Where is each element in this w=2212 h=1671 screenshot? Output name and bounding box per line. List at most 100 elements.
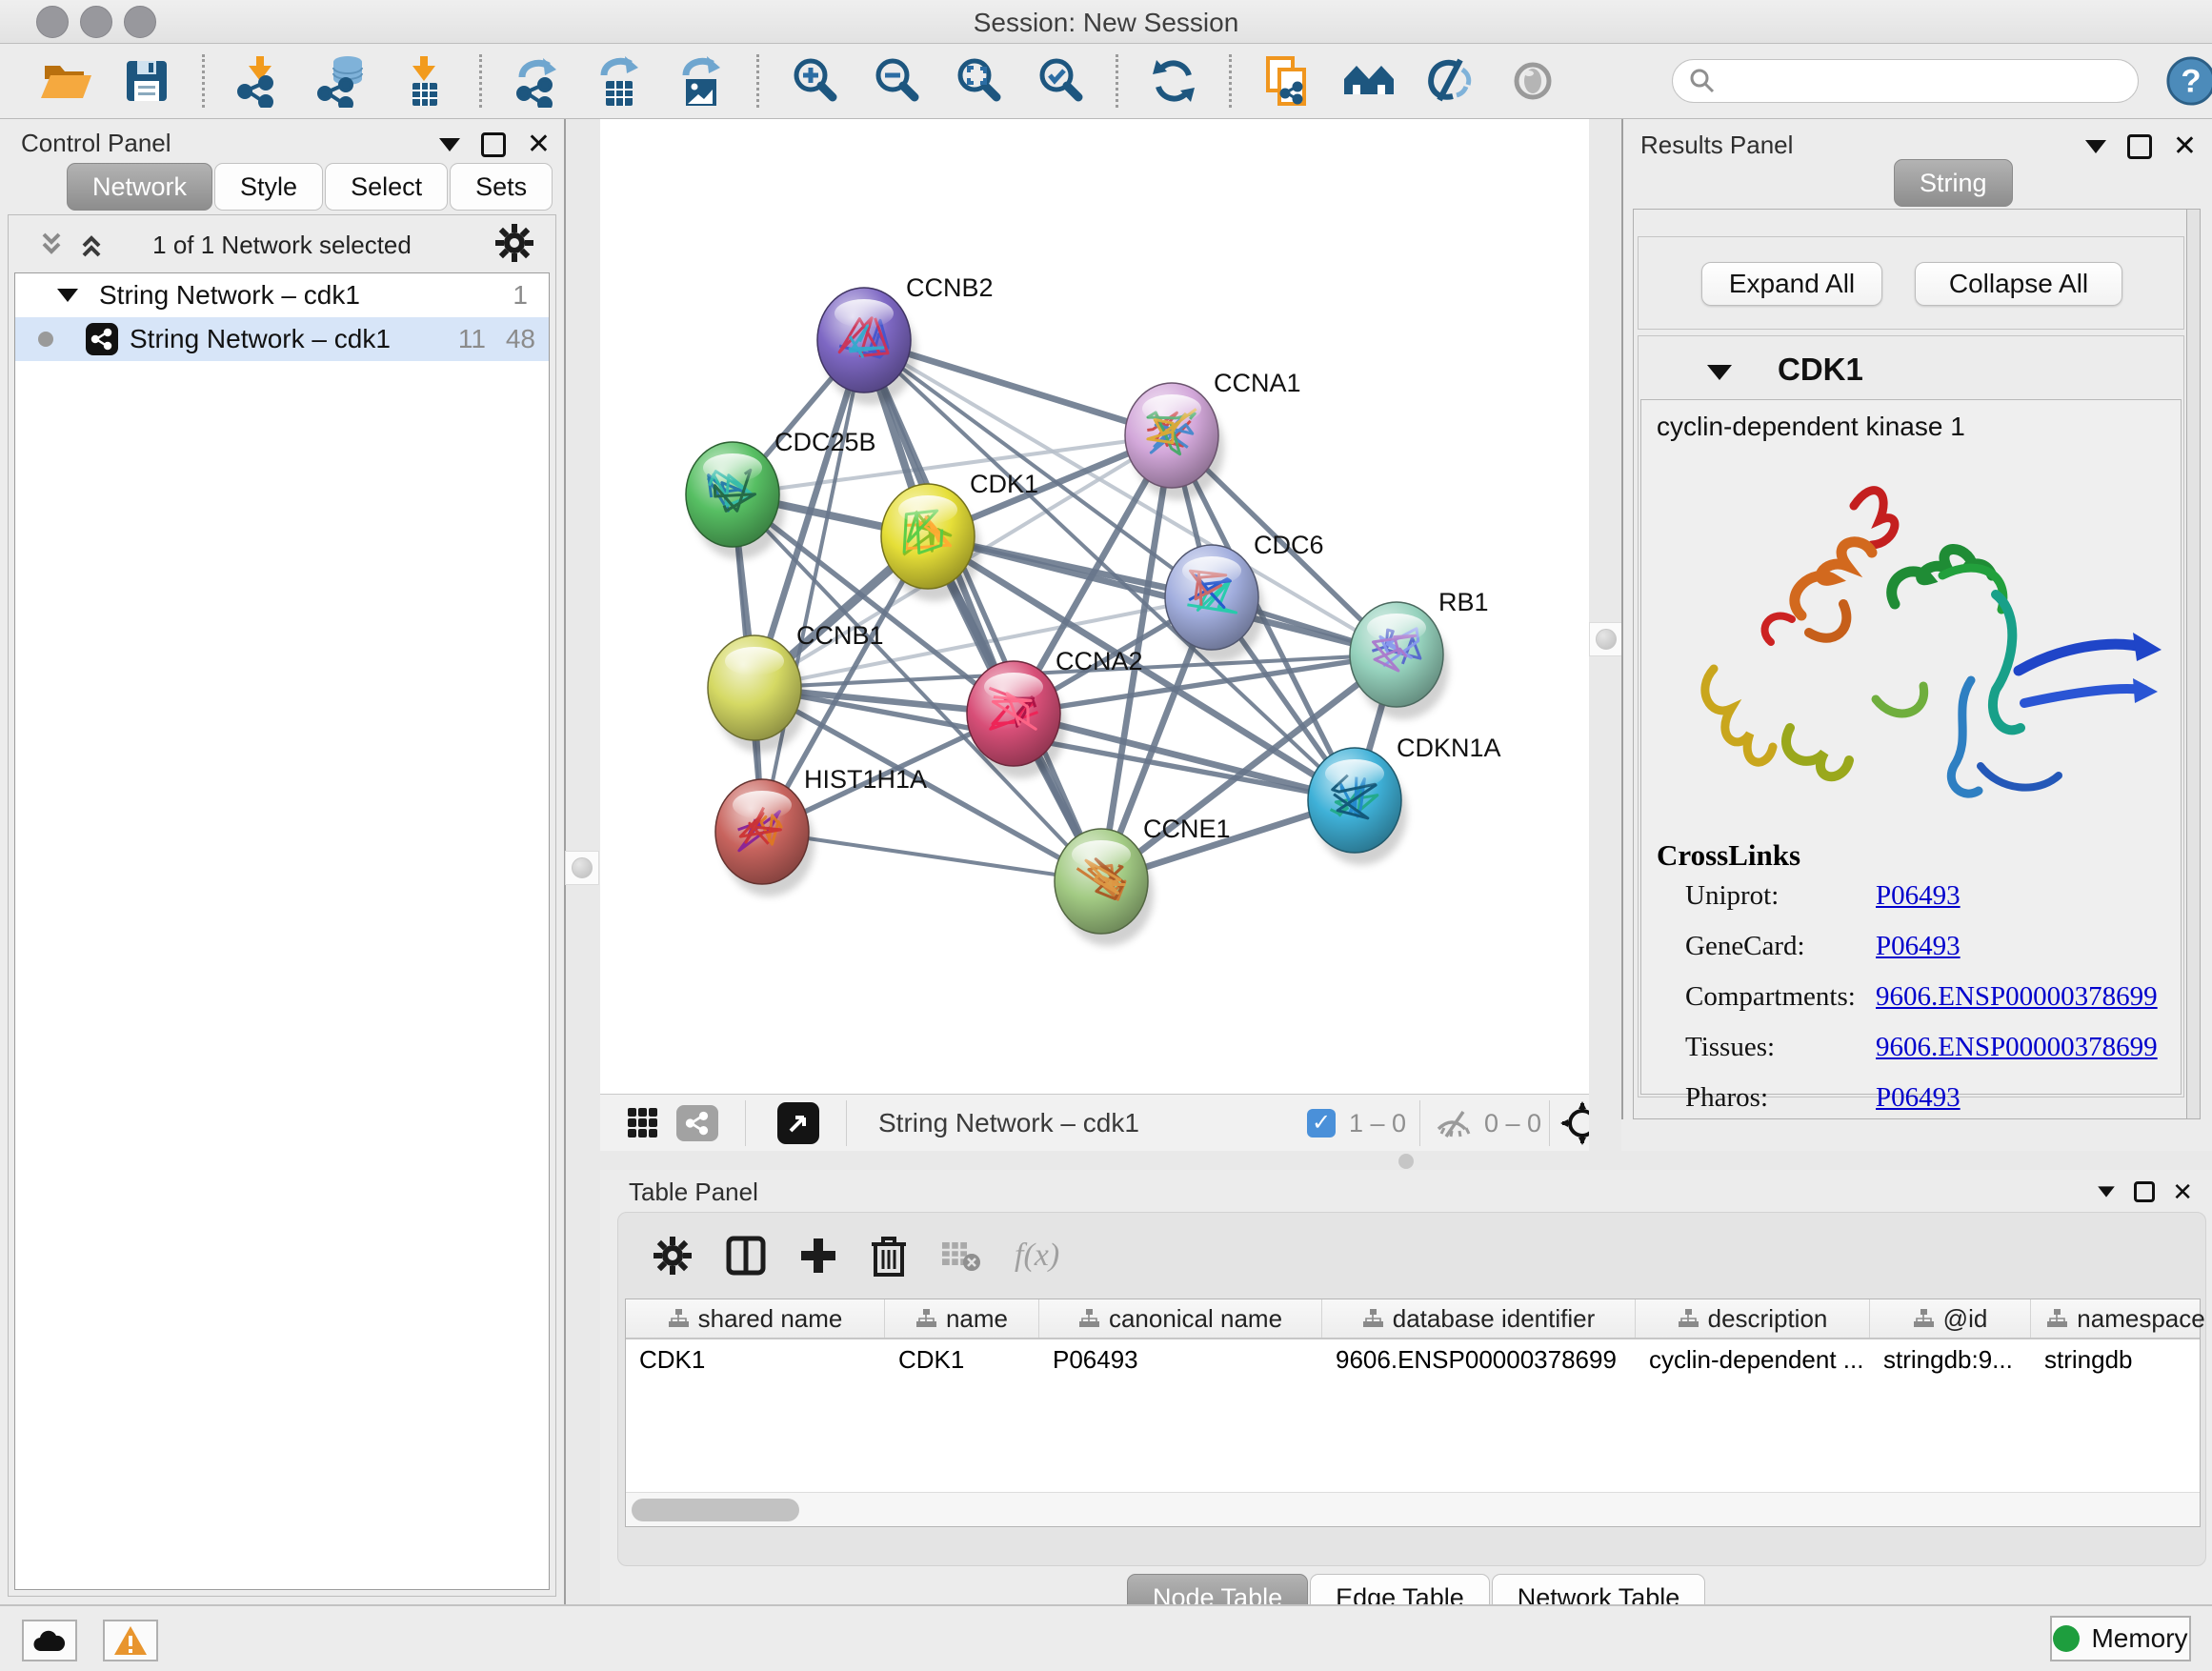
search-input[interactable] — [1717, 67, 2117, 96]
float-panel-icon[interactable] — [481, 132, 506, 157]
cloud-button[interactable] — [22, 1620, 77, 1661]
node-RB1[interactable]: RB1 — [1350, 588, 1489, 719]
crosslink-link[interactable]: 9606.ENSP00000378699 — [1876, 981, 2158, 1012]
zoom-in-icon[interactable] — [788, 54, 841, 108]
network-apps-icon[interactable] — [676, 1105, 718, 1141]
column-header-shared-name[interactable]: shared name — [626, 1299, 885, 1338]
memory-label: Memory — [2091, 1623, 2187, 1654]
protein-name: CDK1 — [1778, 352, 1863, 388]
table-header-row: shared namenamecanonical namedatabase id… — [626, 1299, 2200, 1339]
table-row[interactable]: CDK1CDK1P064939606.ENSP00000378699cyclin… — [626, 1339, 2200, 1379]
status-separator — [1549, 1100, 1550, 1146]
node-CCNB1[interactable]: CCNB1 — [708, 621, 884, 753]
close-panel-icon[interactable]: ✕ — [2172, 1179, 2193, 1204]
edge-CCNB2-CCNE1[interactable] — [864, 340, 1101, 881]
bottom-panel-divider[interactable] — [600, 1151, 2212, 1170]
table-panel-title: Table Panel — [629, 1178, 758, 1207]
tab-network[interactable]: Network — [67, 163, 212, 211]
save-session-icon[interactable] — [120, 54, 173, 108]
delete-column-icon[interactable] — [870, 1235, 908, 1277]
table-cell: 9606.ENSP00000378699 — [1322, 1339, 1636, 1379]
close-panel-icon[interactable]: ✕ — [2173, 134, 2197, 159]
node-CCNA1[interactable]: CCNA1 — [1125, 369, 1301, 500]
zoom-selected-icon[interactable] — [1034, 54, 1087, 108]
network-row-selected[interactable]: String Network – cdk1 11 48 — [15, 317, 549, 361]
home-panels-icon[interactable] — [1342, 54, 1396, 108]
function-builder-icon[interactable]: f(x) — [1015, 1238, 1059, 1274]
grid-view-icon[interactable] — [627, 1107, 659, 1139]
refresh-icon[interactable] — [1147, 54, 1200, 108]
hide-panel-icon[interactable] — [1424, 54, 1478, 108]
node-CCNE1[interactable]: CCNE1 — [1055, 815, 1231, 946]
collection-expander-icon[interactable] — [57, 289, 78, 302]
node-CDKN1A[interactable]: CDKN1A — [1308, 734, 1501, 865]
node-CCNA2[interactable]: CCNA2 — [967, 647, 1143, 778]
bottom-divider-grip[interactable] — [1398, 1154, 1414, 1169]
warning-button[interactable] — [103, 1620, 158, 1661]
column-header-@id[interactable]: @id — [1870, 1299, 2031, 1338]
panel-menu-icon[interactable] — [2098, 1186, 2115, 1197]
column-header-database-identifier[interactable]: database identifier — [1322, 1299, 1636, 1338]
expand-all-button[interactable]: Expand All — [1701, 262, 1882, 306]
right-divider-grip[interactable] — [1589, 622, 1623, 656]
copy-document-icon[interactable] — [1260, 54, 1314, 108]
float-panel-icon[interactable] — [2127, 134, 2152, 159]
protein-expander-icon[interactable] — [1707, 365, 1732, 380]
hidden-elements-icon[interactable] — [1435, 1110, 1475, 1138]
open-in-window-icon[interactable] — [777, 1102, 819, 1144]
show-panel-icon[interactable] — [1506, 54, 1559, 108]
table-settings-gear-icon[interactable] — [653, 1236, 693, 1276]
export-table-icon[interactable] — [593, 54, 646, 108]
results-scrollbar[interactable] — [2186, 210, 2200, 1118]
left-divider-grip[interactable] — [565, 851, 599, 885]
zoom-fit-icon[interactable] — [952, 54, 1005, 108]
import-network-file-icon[interactable] — [233, 54, 287, 108]
table-horizontal-scrollbar[interactable] — [626, 1492, 2200, 1526]
right-panel-divider[interactable] — [1589, 119, 1621, 1151]
column-header-name[interactable]: name — [885, 1299, 1039, 1338]
node-table-container: f(x) shared namenamecanonical namedataba… — [617, 1212, 2206, 1566]
selected-nodes-checkbox[interactable]: ✓ — [1307, 1109, 1336, 1137]
panel-menu-icon[interactable] — [2085, 140, 2106, 153]
column-header-description[interactable]: description — [1636, 1299, 1870, 1338]
tab-string[interactable]: String — [1894, 159, 2013, 207]
memory-button[interactable]: Memory — [2050, 1616, 2191, 1661]
network-options-gear-icon[interactable] — [494, 223, 534, 263]
left-panel-divider[interactable] — [564, 119, 600, 1604]
crosslink-link[interactable]: P06493 — [1876, 1082, 1961, 1113]
crosslink-link[interactable]: P06493 — [1876, 880, 1961, 911]
open-session-icon[interactable] — [38, 54, 91, 108]
tab-select[interactable]: Select — [325, 163, 448, 211]
edge-CDK1-RB1[interactable] — [928, 536, 1397, 654]
node-label-CDKN1A: CDKN1A — [1397, 734, 1501, 762]
network-canvas[interactable]: CCNB2 CCNA1 CDC25BCDK1 CDC6 RB1 CCNB1 CCNA2 CDK… — [600, 119, 1589, 1094]
tab-sets[interactable]: Sets — [450, 163, 553, 211]
network-collection-row[interactable]: String Network – cdk1 1 — [15, 273, 549, 317]
scrollbar-thumb[interactable] — [632, 1499, 799, 1521]
tab-style[interactable]: Style — [214, 163, 323, 211]
node-label-CCNB1: CCNB1 — [796, 621, 884, 650]
zoom-out-icon[interactable] — [870, 54, 923, 108]
node-CDC25B[interactable]: CDC25B — [686, 428, 876, 559]
add-column-icon[interactable] — [799, 1237, 837, 1275]
crosslink-link[interactable]: 9606.ENSP00000378699 — [1876, 1032, 2158, 1062]
toggle-columns-icon[interactable] — [725, 1235, 767, 1277]
node-CDK1[interactable]: CDK1 — [881, 470, 1038, 601]
delete-table-icon[interactable] — [940, 1238, 982, 1273]
node-label-CDC6: CDC6 — [1254, 531, 1324, 559]
close-panel-icon[interactable]: ✕ — [527, 132, 551, 157]
column-header-canonical-name[interactable]: canonical name — [1039, 1299, 1322, 1338]
float-panel-icon[interactable] — [2134, 1181, 2155, 1202]
import-network-database-icon[interactable] — [315, 54, 369, 108]
panel-menu-icon[interactable] — [439, 138, 460, 151]
import-table-file-icon[interactable] — [397, 54, 451, 108]
column-header-namespace[interactable]: namespace — [2031, 1299, 2212, 1338]
collapse-all-button[interactable]: Collapse All — [1915, 262, 2122, 306]
toolbar-separator — [202, 54, 205, 108]
export-image-icon[interactable] — [674, 54, 728, 108]
node-CCNB2[interactable]: CCNB2 — [817, 273, 994, 405]
export-network-icon[interactable] — [511, 54, 564, 108]
node-HIST1H1A[interactable]: HIST1H1A — [715, 765, 927, 896]
help-icon[interactable]: ? — [2165, 55, 2212, 107]
crosslink-link[interactable]: P06493 — [1876, 931, 1961, 961]
